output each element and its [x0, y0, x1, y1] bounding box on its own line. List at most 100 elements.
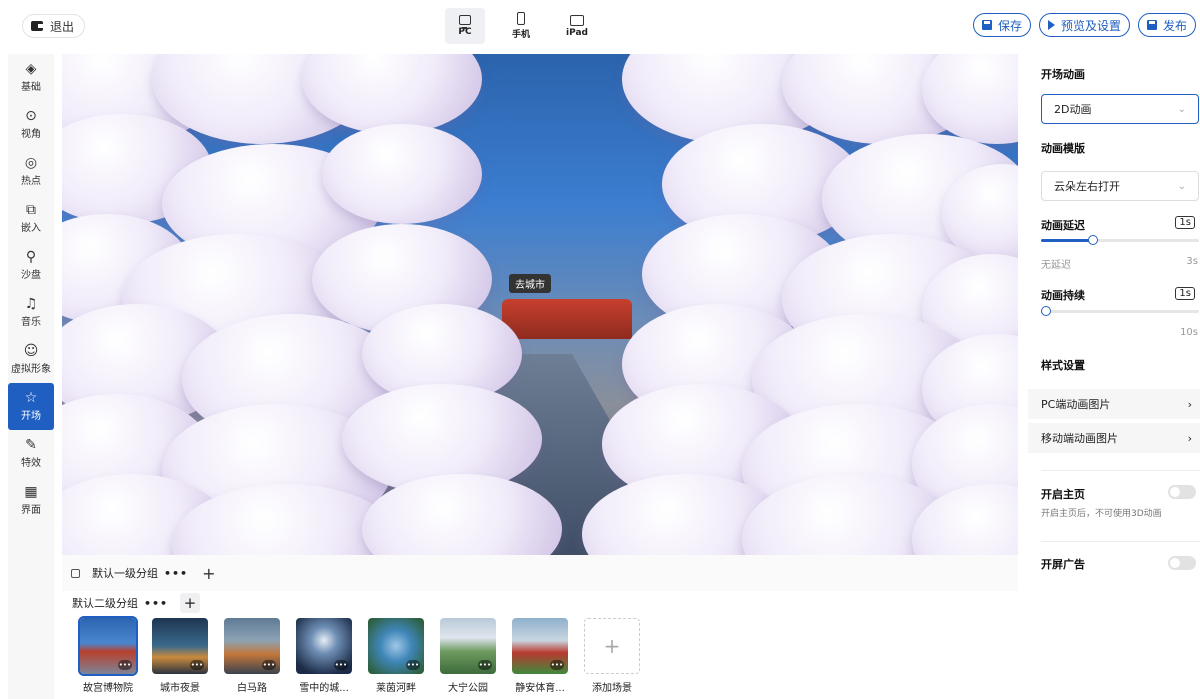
publish-icon: [1146, 20, 1157, 30]
scene-name: 故宫博物院: [83, 683, 133, 694]
nav-item-view[interactable]: ⊙ 视角: [8, 101, 54, 148]
nav-item-music[interactable]: ♫ 音乐: [8, 289, 54, 336]
divider: [1041, 541, 1200, 542]
nav-label: 音乐: [21, 317, 41, 328]
pc-image-row[interactable]: PC端动画图片 ›: [1028, 389, 1200, 419]
group-level2-row: 默认二级分组 ••• +: [72, 593, 201, 613]
scene-thumb[interactable]: ••• 白马路: [224, 618, 280, 694]
device-phone-label: 手机: [511, 30, 530, 40]
home-toggle[interactable]: [1168, 485, 1196, 499]
avatar-icon: ☺: [23, 343, 39, 359]
nav-label: 沙盘: [21, 270, 41, 281]
top-actions: 保存 预览及设置 发布: [972, 13, 1196, 37]
group2-tab[interactable]: 默认二级分组: [72, 595, 138, 611]
scene-image: •••: [440, 618, 496, 674]
nav-item-basic[interactable]: ◈ 基础: [8, 54, 54, 101]
chevron-right-icon: ›: [1187, 397, 1192, 411]
cloud-shape: [322, 124, 482, 224]
scene-thumb[interactable]: ••• 静安体育...: [512, 618, 568, 694]
divider: [1041, 470, 1200, 471]
device-phone[interactable]: 手机: [501, 8, 541, 44]
scene-thumb[interactable]: ••• 大宁公园: [440, 618, 496, 694]
scene-name: 莱茵河畔: [376, 683, 416, 694]
style-title: 样式设置: [1041, 359, 1085, 372]
layers-icon: [71, 568, 80, 578]
scene-image: •••: [224, 618, 280, 674]
delay-slider-knob[interactable]: [1088, 235, 1098, 245]
save-button[interactable]: 保存: [972, 13, 1031, 37]
scene-thumb[interactable]: ••• 莱茵河畔: [368, 618, 424, 694]
mobile-image-row[interactable]: 移动端动画图片 ›: [1028, 423, 1200, 453]
device-ipad[interactable]: iPad: [557, 8, 597, 44]
more-icon[interactable]: •••: [262, 660, 276, 670]
publish-button[interactable]: 发布: [1137, 13, 1196, 37]
play-icon: [1047, 20, 1055, 30]
exit-button[interactable]: 退出: [22, 14, 86, 38]
scene-strip: 默认一级分组 ••• + 默认二级分组 ••• + ••• 故宫博物院 ••• …: [62, 555, 1018, 699]
opening-animation-select[interactable]: 2D动画 ⌄: [1041, 94, 1199, 124]
duration-slider[interactable]: [1041, 306, 1199, 316]
template-select[interactable]: 云朵左右打开 ⌄: [1041, 171, 1199, 201]
home-desc: 开启主页后，不可使用3D动画: [1041, 509, 1162, 519]
scene-thumb[interactable]: ••• 雪中的城...: [296, 618, 352, 694]
device-ipad-label: iPad: [566, 27, 588, 38]
opening-animation-title: 开场动画: [1041, 68, 1085, 81]
delay-min-label: 无延迟: [1041, 260, 1071, 271]
nav-item-opening[interactable]: ☆ 开场: [8, 383, 54, 430]
nav-item-embed[interactable]: ⧉ 嵌入: [8, 195, 54, 242]
nav-item-interface[interactable]: ▦ 界面: [8, 477, 54, 524]
settings-panel: 开场动画 2D动画 ⌄ 动画模版 云朵左右打开 ⌄ 动画延迟 1s 无延迟 3s…: [1028, 54, 1200, 699]
delay-title: 动画延迟: [1041, 219, 1085, 232]
add-scene-button[interactable]: + 添加场景: [584, 618, 640, 694]
group2-more-icon[interactable]: •••: [144, 597, 168, 610]
scene-thumbnails: ••• 故宫博物院 ••• 城市夜景 ••• 白马路 ••• 雪中的城... •…: [78, 616, 640, 694]
nav-label: 虚拟形象: [11, 364, 51, 375]
opening-icon: ☆: [24, 390, 38, 406]
more-icon[interactable]: •••: [118, 660, 132, 670]
group1-tab[interactable]: 默认一级分组: [92, 565, 158, 581]
exit-label: 退出: [50, 19, 75, 34]
more-icon[interactable]: •••: [190, 660, 204, 670]
add-group-icon[interactable]: +: [202, 564, 215, 583]
add-subgroup-button[interactable]: +: [180, 593, 201, 613]
ad-title: 开屏广告: [1041, 558, 1085, 571]
delay-slider-fill: [1041, 239, 1093, 242]
panorama-canvas[interactable]: 去城市: [62, 54, 1018, 555]
scene-thumb[interactable]: ••• 故宫博物院: [78, 616, 138, 694]
more-icon[interactable]: •••: [550, 660, 564, 670]
nav-label: 开场: [21, 411, 41, 422]
template-value: 云朵左右打开: [1054, 180, 1120, 193]
monitor-icon: [459, 15, 471, 29]
duration-max-label: 10s: [1180, 327, 1198, 338]
template-title: 动画模版: [1041, 142, 1085, 155]
nav-item-avatar[interactable]: ☺ 虚拟形象: [8, 336, 54, 383]
more-icon[interactable]: •••: [334, 660, 348, 670]
save-label: 保存: [997, 18, 1022, 33]
group1-more-icon[interactable]: •••: [164, 567, 188, 580]
duration-slider-knob[interactable]: [1041, 306, 1051, 316]
layers-icon: ◈: [25, 61, 37, 77]
chevron-right-icon: ›: [1187, 431, 1192, 445]
nav-item-sandbox[interactable]: ⚲ 沙盘: [8, 242, 54, 289]
scene-thumb[interactable]: ••• 城市夜景: [152, 618, 208, 694]
duration-value-badge: 1s: [1175, 287, 1195, 300]
nav-item-effects[interactable]: ✎ 特效: [8, 430, 54, 477]
device-switcher: PC 手机 iPad: [445, 8, 597, 44]
add-scene-label: 添加场景: [592, 683, 632, 694]
publish-label: 发布: [1162, 18, 1187, 33]
hotspot-label[interactable]: 去城市: [509, 274, 551, 293]
device-pc[interactable]: PC: [445, 8, 485, 44]
tablet-icon: [570, 14, 584, 26]
more-icon[interactable]: •••: [478, 660, 492, 670]
embed-icon: ⧉: [26, 202, 36, 218]
scene-name: 城市夜景: [160, 683, 200, 694]
top-bar: 退出 PC 手机 iPad 保存 预览及设置 发布: [0, 0, 1200, 54]
delay-slider[interactable]: [1041, 235, 1199, 245]
preview-button[interactable]: 预览及设置: [1038, 13, 1130, 37]
ad-toggle[interactable]: [1168, 556, 1196, 570]
pc-image-label: PC端动画图片: [1041, 398, 1111, 411]
nav-label: 嵌入: [21, 223, 41, 234]
more-icon[interactable]: •••: [406, 660, 420, 670]
chevron-down-icon: ⌄: [1177, 103, 1186, 115]
nav-item-hotspot[interactable]: ◎ 热点: [8, 148, 54, 195]
